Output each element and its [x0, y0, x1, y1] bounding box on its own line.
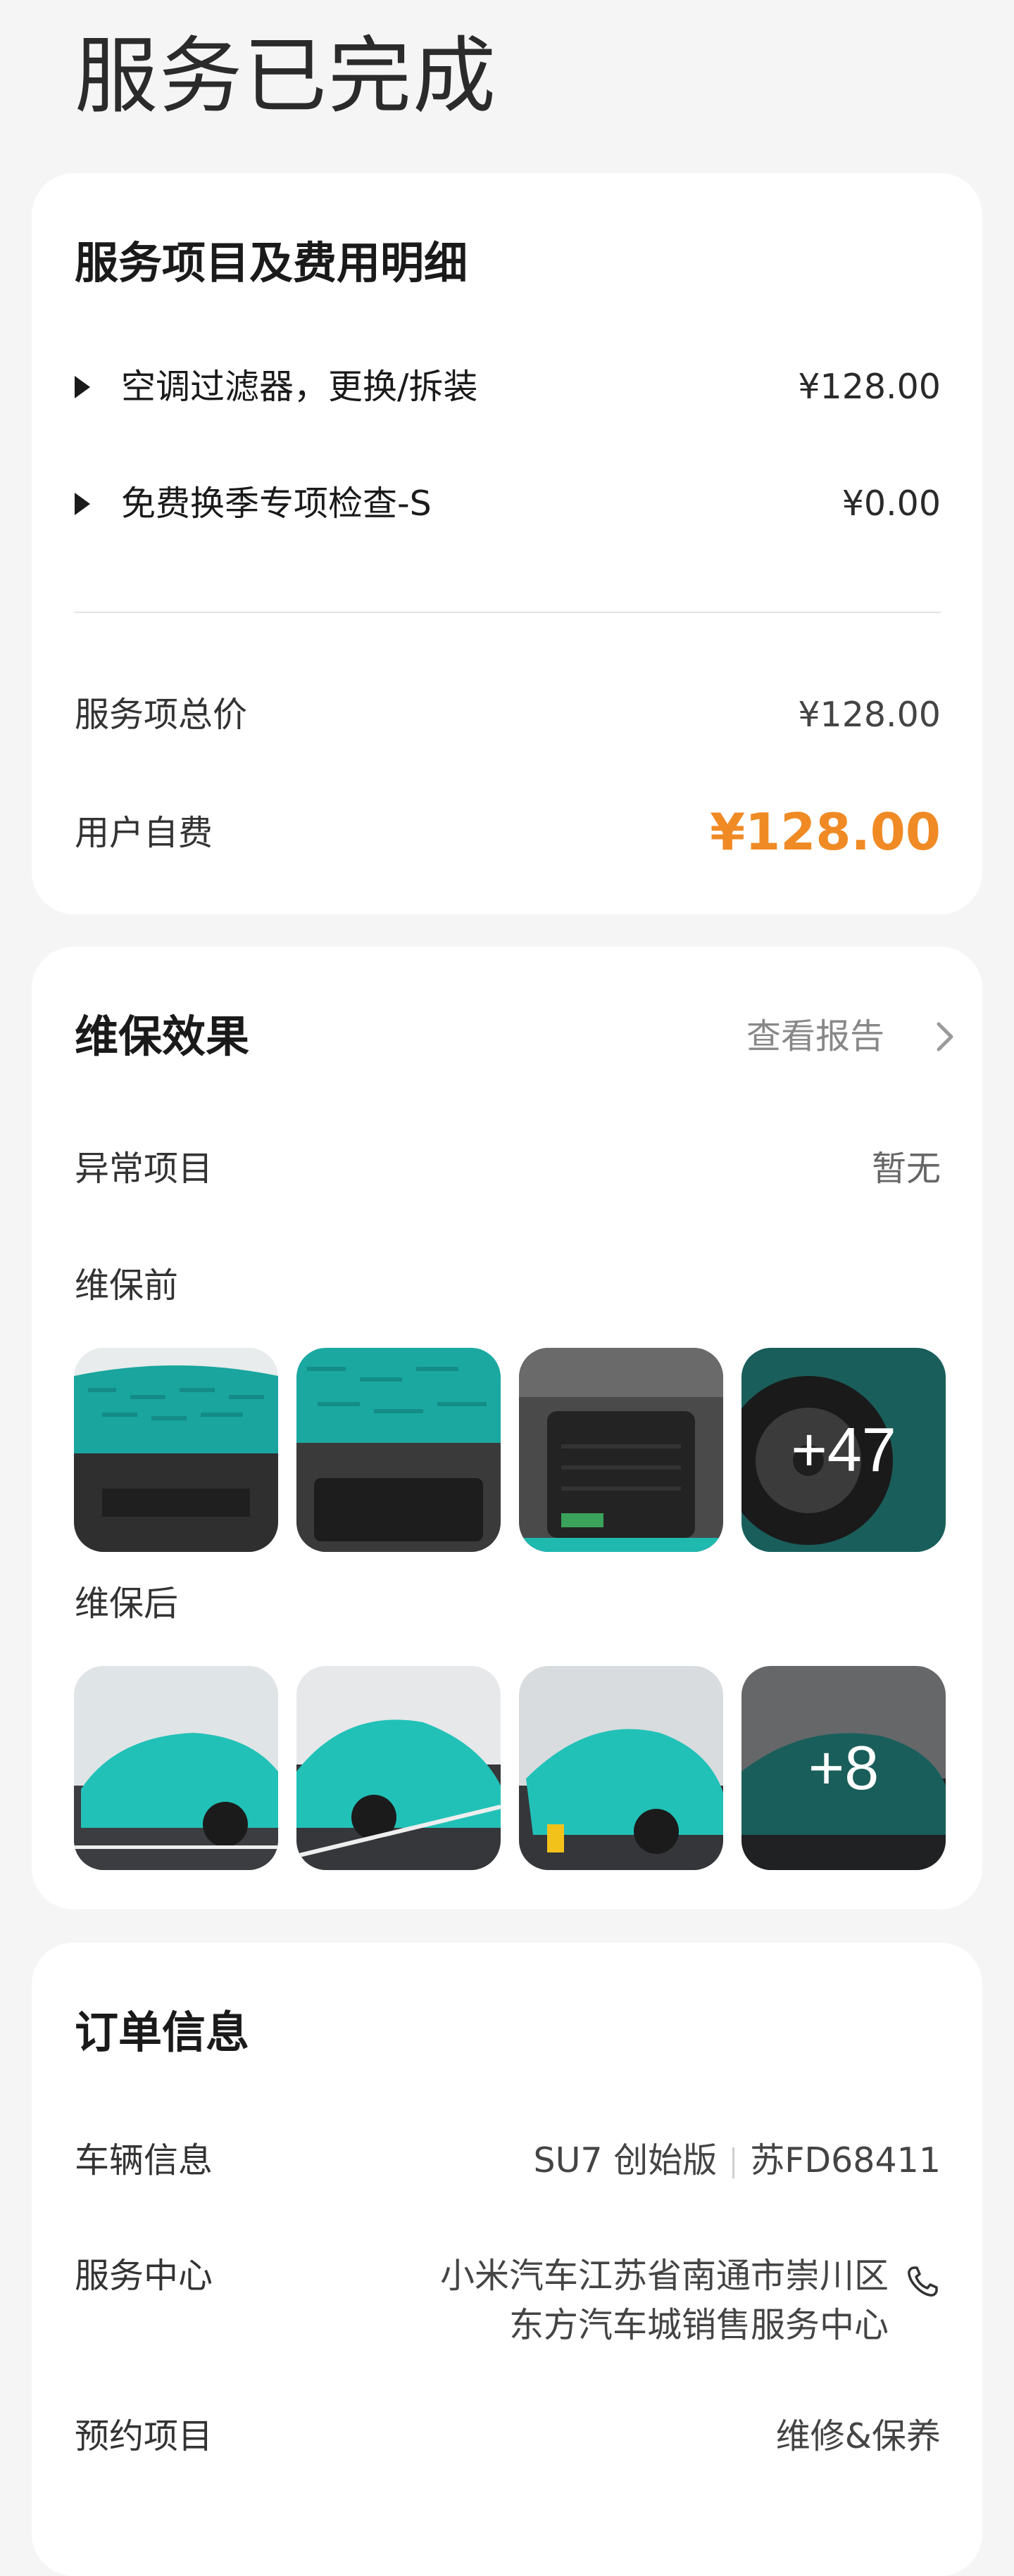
fee-item-name: 空调过滤器，更换/拆装 [121, 367, 478, 407]
maintenance-effect-card: 维保效果 查看报告 异常项目 暂无 维保前 +47 维保后 +8 [32, 947, 982, 1909]
fee-item-price: ¥128.00 [798, 367, 941, 407]
divider [75, 612, 941, 613]
before-photo-more[interactable]: +47 [741, 1348, 946, 1552]
separator [732, 2147, 735, 2178]
self-pay-value: ¥128.00 [710, 802, 941, 861]
after-photo-more[interactable]: +8 [741, 1666, 946, 1870]
before-photo[interactable] [519, 1348, 723, 1552]
order-card-title: 订单信息 [75, 2007, 250, 2058]
service-center-line2: 东方汽车城销售服务中心 [508, 2305, 889, 2345]
anomaly-label: 异常项目 [75, 1149, 213, 1189]
view-report-link[interactable]: 查看报告 [746, 1014, 962, 1059]
page-title: 服务已完成 [75, 27, 498, 125]
play-triangle-icon [75, 493, 90, 515]
vehicle-model: SU7 创始版 [533, 2140, 718, 2180]
service-center-label: 服务中心 [75, 2256, 213, 2296]
booking-item-label: 预约项目 [75, 2416, 213, 2456]
booking-item-value: 维修&保养 [775, 2416, 941, 2456]
service-center-line1: 小米汽车江苏省南通市崇川区 [439, 2256, 889, 2296]
before-label: 维保前 [75, 1265, 179, 1306]
maintenance-card-title: 维保效果 [75, 1011, 250, 1062]
fee-details-card: 服务项目及费用明细 空调过滤器，更换/拆装 ¥128.00 免费换季专项检查-S… [32, 173, 982, 914]
total-label: 服务项总价 [75, 695, 248, 735]
fee-item-row[interactable]: 免费换季专项检查-S ¥0.00 [75, 481, 941, 526]
vehicle-info-label: 车辆信息 [75, 2140, 213, 2180]
anomaly-value: 暂无 [871, 1149, 941, 1189]
total-value: ¥128.00 [798, 695, 941, 735]
fee-card-title: 服务项目及费用明细 [75, 237, 468, 289]
more-photos-count: +8 [741, 1666, 946, 1870]
vehicle-plate: 苏FD68411 [750, 2140, 941, 2180]
fee-item-price: ¥0.00 [841, 484, 941, 524]
after-photo[interactable] [74, 1666, 278, 1870]
vehicle-info-value: SU7 创始版 苏FD68411 [448, 2138, 941, 2183]
after-photo[interactable] [519, 1666, 723, 1870]
play-triangle-icon [75, 376, 90, 398]
more-photos-count: +47 [741, 1348, 946, 1552]
service-center-value: 小米汽车江苏省南通市崇川区 东方汽车城销售服务中心 [363, 2254, 941, 2352]
fee-item-name: 免费换季专项检查-S [121, 484, 432, 524]
before-photo[interactable] [74, 1348, 278, 1552]
fee-item-row[interactable]: 空调过滤器，更换/拆装 ¥128.00 [75, 365, 941, 410]
self-pay-label: 用户自费 [75, 813, 213, 853]
view-report-label: 查看报告 [746, 1016, 885, 1056]
after-photo[interactable] [296, 1666, 501, 1870]
before-photo[interactable] [296, 1348, 501, 1552]
chevron-right-icon [937, 1022, 953, 1052]
after-label: 维保后 [75, 1584, 179, 1624]
phone-icon[interactable] [904, 2264, 941, 2300]
order-info-card: 订单信息 车辆信息 SU7 创始版 苏FD68411 服务中心 小米汽车江苏省南通… [32, 1943, 982, 2576]
